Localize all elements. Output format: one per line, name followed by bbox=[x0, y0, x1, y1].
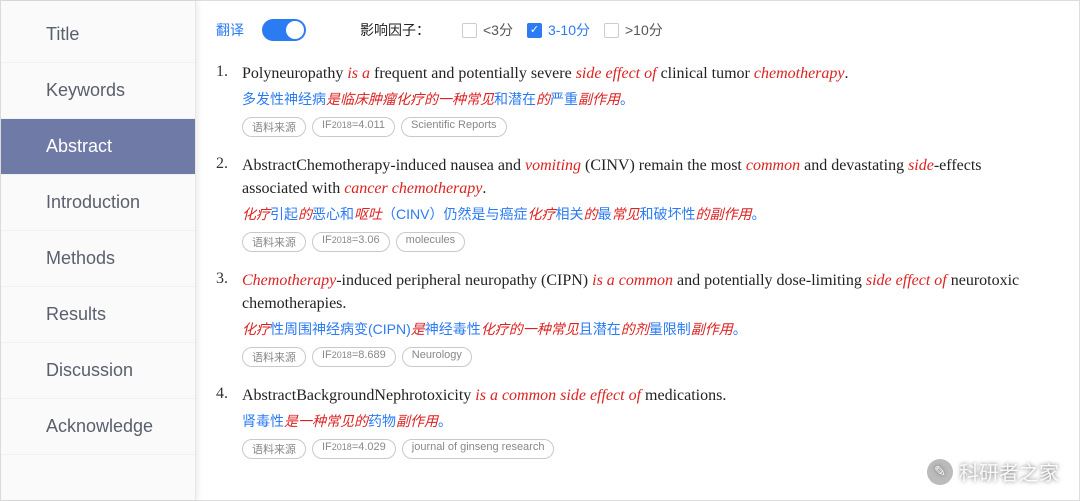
checkbox-icon: ✓ bbox=[527, 23, 542, 38]
sidebar-item-acknowledge[interactable]: Acknowledge bbox=[1, 399, 195, 455]
checkbox-icon bbox=[604, 23, 619, 38]
entry-number: 1. bbox=[216, 63, 242, 137]
tag[interactable]: molecules bbox=[396, 232, 466, 252]
tag[interactable]: Scientific Reports bbox=[401, 117, 507, 137]
sidebar-item-results[interactable]: Results bbox=[1, 287, 195, 343]
entry-tags: 语料来源 IF2018=8.689 Neurology bbox=[242, 347, 1049, 367]
tag[interactable]: 语料来源 bbox=[242, 439, 306, 459]
tag[interactable]: journal of ginseng research bbox=[402, 439, 555, 459]
filter-checkbox[interactable]: <3分 bbox=[462, 20, 513, 40]
entry-tags: 语料来源 IF2018=3.06 molecules bbox=[242, 232, 1049, 252]
checkbox-label: 3-10分 bbox=[548, 20, 590, 40]
tag[interactable]: 语料来源 bbox=[242, 232, 306, 252]
tag[interactable]: 语料来源 bbox=[242, 117, 306, 137]
impact-factor-label: 影响因子： bbox=[360, 20, 430, 40]
checkbox-label: >10分 bbox=[625, 20, 663, 40]
entry-english: AbstractChemotherapy-induced nausea and … bbox=[242, 155, 1049, 200]
main-content: 翻译 影响因子： <3分 ✓ 3-10分 >10分 1.Polyneuropathy … bbox=[196, 1, 1079, 500]
result-entry: 4.AbstractBackgroundNephrotoxicity is a … bbox=[216, 385, 1049, 459]
sidebar-item-title[interactable]: Title bbox=[1, 7, 195, 63]
sidebar-item-discussion[interactable]: Discussion bbox=[1, 343, 195, 399]
entry-number: 2. bbox=[216, 155, 242, 252]
sidebar-item-methods[interactable]: Methods bbox=[1, 231, 195, 287]
tag[interactable]: IF2018=3.06 bbox=[312, 232, 390, 252]
translate-label: 翻译 bbox=[216, 20, 244, 40]
tag[interactable]: IF2018=4.011 bbox=[312, 117, 395, 137]
entry-chinese: 多发性神经病是临床肿瘤化疗的一种常见和潜在的严重副作用。 bbox=[242, 89, 1049, 109]
checkbox-label: <3分 bbox=[483, 20, 513, 40]
filter-checkbox[interactable]: ✓ 3-10分 bbox=[527, 20, 590, 40]
entry-tags: 语料来源 IF2018=4.029 journal of ginseng resea… bbox=[242, 439, 1049, 459]
entry-number: 3. bbox=[216, 270, 242, 367]
entry-chinese: 肾毒性是一种常见的药物副作用。 bbox=[242, 411, 1049, 431]
entry-tags: 语料来源 IF2018=4.011 Scientific Reports bbox=[242, 117, 1049, 137]
tag[interactable]: IF2018=4.029 bbox=[312, 439, 396, 459]
entry-chinese: 化疗性周围神经病变(CIPN)是神经毒性化疗的一种常见且潜在的剂量限制副作用。 bbox=[242, 319, 1049, 339]
entry-chinese: 化疗引起的恶心和呕吐（CINV）仍然是与癌症化疗相关的最常见和破坏性的副作用。 bbox=[242, 204, 1049, 224]
tag[interactable]: IF2018=8.689 bbox=[312, 347, 396, 367]
sidebar: TitleKeywordsAbstractIntroductionMethods… bbox=[1, 1, 196, 500]
result-entry: 2.AbstractChemotherapy-induced nausea an… bbox=[216, 155, 1049, 252]
entry-english: AbstractBackgroundNephrotoxicity is a co… bbox=[242, 385, 1049, 407]
sidebar-item-abstract[interactable]: Abstract bbox=[1, 119, 195, 175]
entry-english: Chemotherapy-induced peripheral neuropat… bbox=[242, 270, 1049, 315]
result-entry: 3.Chemotherapy-induced peripheral neurop… bbox=[216, 270, 1049, 367]
sidebar-item-introduction[interactable]: Introduction bbox=[1, 175, 195, 231]
entry-number: 4. bbox=[216, 385, 242, 459]
filter-checkbox[interactable]: >10分 bbox=[604, 20, 663, 40]
entry-english: Polyneuropathy is a frequent and potenti… bbox=[242, 63, 1049, 85]
result-entry: 1.Polyneuropathy is a frequent and poten… bbox=[216, 63, 1049, 137]
filter-bar: 翻译 影响因子： <3分 ✓ 3-10分 >10分 bbox=[216, 19, 1049, 41]
sidebar-item-keywords[interactable]: Keywords bbox=[1, 63, 195, 119]
translate-toggle[interactable] bbox=[262, 19, 306, 41]
tag[interactable]: 语料来源 bbox=[242, 347, 306, 367]
checkbox-icon bbox=[462, 23, 477, 38]
tag[interactable]: Neurology bbox=[402, 347, 472, 367]
